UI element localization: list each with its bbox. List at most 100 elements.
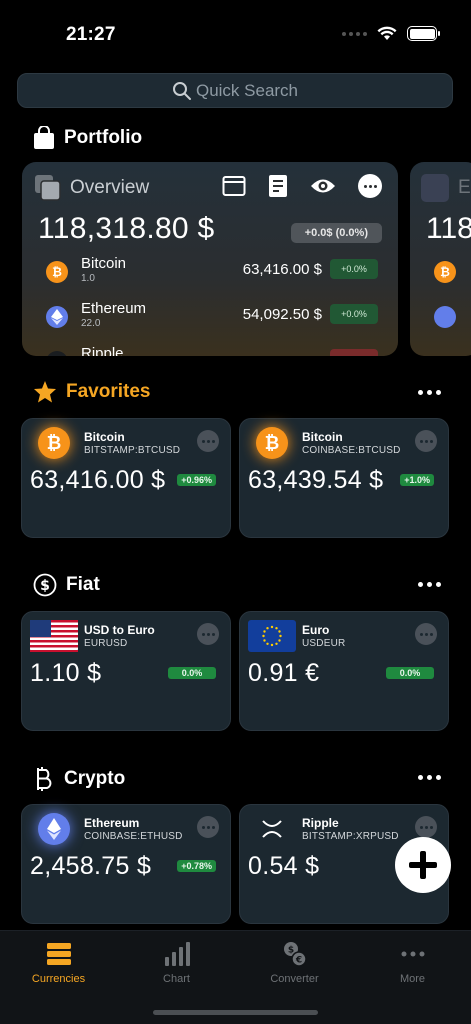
fiat-tile-eurusd[interactable]: USD to Euro EURUSD 1.10 $ 0.0%: [21, 611, 231, 731]
overview-cards-icon: [35, 175, 61, 201]
tile-change: +0.78%: [177, 860, 216, 872]
cellular-signal-icon: [342, 31, 367, 36]
tile-name: Euro: [302, 623, 330, 637]
holding-change: +0.0%: [330, 304, 378, 324]
tile-name: Bitcoin: [302, 430, 343, 444]
favorite-tile-coinbase-btcusd[interactable]: ₿ Bitcoin COINBASE:BTCUSD 63,439.54 $ +1…: [239, 418, 449, 538]
holding-value: 54,092.50 $: [242, 306, 322, 323]
holding-row[interactable]: ₿ Bitcoin 1.0 63,416.00 $ +0.0%: [46, 255, 378, 295]
overview-more-button[interactable]: [358, 174, 382, 198]
tile-name: Ethereum: [84, 816, 140, 830]
tile-change: +0.96%: [177, 474, 216, 486]
favorites-header: Favorites: [33, 380, 150, 404]
bar-chart-icon: [164, 942, 190, 966]
ethereum-icon: [434, 306, 456, 328]
tile-value: 0.91 €: [248, 659, 320, 687]
us-flag-icon: [30, 620, 78, 652]
crypto-title: Crypto: [64, 768, 126, 789]
holding-name: Bitcoin: [81, 255, 127, 272]
bitcoin-icon: ₿: [38, 427, 70, 459]
favorites-more-button[interactable]: [418, 390, 441, 395]
tab-chart[interactable]: Chart: [118, 941, 235, 985]
tile-value: 63,439.54 $: [248, 466, 384, 494]
portfolio-avatar-icon: [421, 174, 449, 202]
status-bar: 21:27: [0, 0, 471, 60]
tile-more-button[interactable]: [415, 430, 437, 452]
star-icon: [34, 381, 56, 403]
portfolio-title: Portfolio: [64, 127, 143, 148]
tab-label: Currencies: [31, 973, 86, 985]
ripple-icon: [256, 813, 288, 845]
tab-label: More: [399, 973, 426, 985]
tile-value: 2,458.75 $: [30, 852, 152, 880]
exchange-icon: $ €: [283, 942, 307, 967]
tile-change: 0.0%: [386, 667, 434, 679]
tile-symbol: BITSTAMP:BTCUSD: [84, 445, 181, 456]
home-indicator: [153, 1010, 318, 1015]
tab-more[interactable]: More: [354, 941, 471, 985]
svg-text:€: €: [294, 956, 301, 966]
tile-value: 1.10 $: [30, 659, 102, 687]
tile-more-button[interactable]: [197, 623, 219, 645]
holding-row[interactable]: ✕ Ripple: [46, 345, 378, 356]
shopping-bag-icon: [34, 126, 54, 149]
add-button[interactable]: [395, 837, 451, 893]
portfolio-total-value: 118,318.80 $: [38, 212, 215, 245]
favorites-title: Favorites: [66, 381, 151, 402]
window-icon[interactable]: [222, 175, 246, 197]
next-card-title: E: [458, 177, 471, 198]
portfolio-header: Portfolio: [33, 126, 142, 150]
tile-value: 0.54 $: [248, 852, 320, 880]
stack-icon: [46, 943, 71, 965]
status-icons: [342, 26, 440, 41]
battery-icon: [407, 26, 440, 41]
tile-more-button[interactable]: [415, 816, 437, 838]
tile-symbol: COINBASE:ETHUSD: [84, 831, 183, 842]
next-card-total: 118: [426, 212, 471, 245]
tile-more-button[interactable]: [197, 816, 219, 838]
portfolio-next-card[interactable]: E 118 ₿: [410, 162, 471, 356]
search-icon: [172, 81, 191, 100]
bitcoin-icon: ₿: [434, 261, 456, 283]
eu-flag-icon: [248, 620, 296, 652]
crypto-more-button[interactable]: [418, 775, 441, 780]
svg-text:$: $: [287, 946, 293, 956]
document-icon[interactable]: [268, 174, 288, 198]
tile-name: Bitcoin: [84, 430, 125, 444]
holding-qty: 22.0: [81, 318, 101, 329]
bitcoin-icon: ₿: [46, 261, 68, 283]
fiat-more-button[interactable]: [418, 582, 441, 587]
holding-change: [330, 349, 378, 356]
bitcoin-icon: ₿: [256, 427, 288, 459]
status-time: 21:27: [66, 24, 116, 45]
plus-icon: [409, 851, 437, 879]
fiat-title: Fiat: [66, 574, 100, 595]
tab-currencies[interactable]: Currencies: [0, 941, 117, 985]
ripple-icon: ✕: [46, 351, 68, 356]
crypto-tile-ethusd[interactable]: Ethereum COINBASE:ETHUSD 2,458.75 $ +0.7…: [21, 804, 231, 924]
tab-converter[interactable]: $ € Converter: [236, 941, 353, 985]
tile-more-button[interactable]: [197, 430, 219, 452]
eye-icon[interactable]: [310, 177, 336, 195]
holding-value: 63,416.00 $: [242, 261, 322, 278]
tile-more-button[interactable]: [415, 623, 437, 645]
holding-change: +0.0%: [330, 259, 378, 279]
holding-qty: 1.0: [81, 273, 95, 284]
overview-actions: [222, 174, 382, 198]
favorite-tile-bitstamp-btcusd[interactable]: ₿ Bitcoin BITSTAMP:BTCUSD 63,416.00 $ +0…: [21, 418, 231, 538]
ethereum-icon: [38, 813, 70, 845]
search-input[interactable]: Quick Search: [17, 73, 453, 108]
fiat-header: $ Fiat: [33, 573, 100, 597]
overview-title: Overview: [70, 177, 150, 198]
tile-value: 63,416.00 $: [30, 466, 166, 494]
tile-symbol: EURUSD: [84, 638, 128, 649]
portfolio-overview-card[interactable]: Overview 118,318.80 $ +0.0$ (0.0%) ₿ Bit…: [22, 162, 398, 356]
svg-text:$: $: [40, 578, 50, 594]
holding-name: Ethereum: [81, 300, 147, 317]
wifi-icon: [377, 26, 397, 40]
tile-symbol: USDEUR: [302, 638, 346, 649]
fiat-tile-usdeur[interactable]: Euro USDEUR 0.91 € 0.0%: [239, 611, 449, 731]
bitcoin-symbol-icon: [37, 767, 52, 791]
holding-row[interactable]: Ethereum 22.0 54,092.50 $ +0.0%: [46, 300, 378, 340]
tile-name: Ripple: [302, 816, 339, 830]
